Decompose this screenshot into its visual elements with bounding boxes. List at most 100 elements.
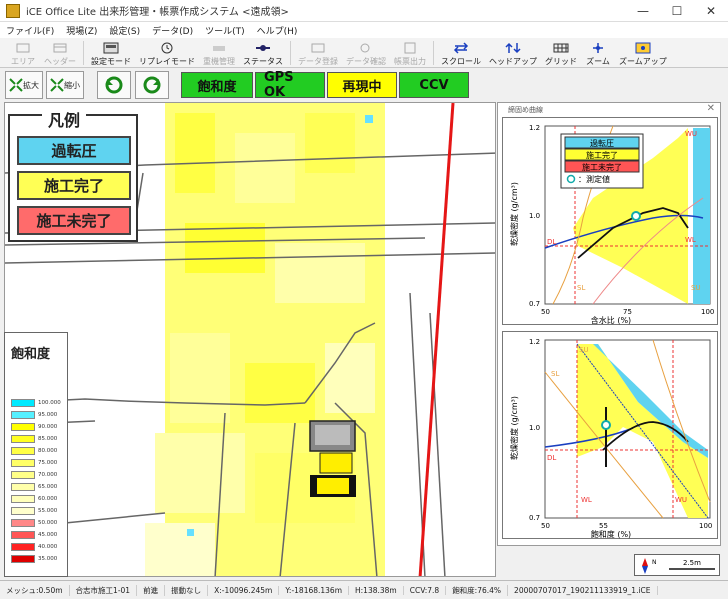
graph1-xtick: 100	[701, 308, 714, 316]
machine-button[interactable]: 重機管理	[199, 39, 239, 67]
close-button[interactable]: ✕	[694, 0, 728, 22]
replay-mode-label: リプレイモード	[139, 56, 195, 66]
graph1-canvas: 過転圧 施工完了 施工未完了 ：測定値 1.2 1.0 0.7 50 75 10…	[509, 124, 714, 325]
compaction-mesh	[145, 103, 385, 576]
mode-replay[interactable]: 再現中	[327, 72, 397, 98]
graph2-ytick: 0.7	[529, 514, 540, 522]
grid-button[interactable]: グリッド	[541, 39, 581, 67]
compaction-curve-window: 締固め曲線 ✕ 過転圧 施工完了 施工未完了 ：測定値 1.2 1.0 0.7 …	[497, 102, 721, 546]
scroll-button[interactable]: スクロール	[437, 39, 485, 67]
zoomup-icon	[635, 42, 651, 54]
saturation-level-swatch	[11, 435, 35, 443]
graph1-mark-wu: WU	[685, 130, 697, 138]
saturation-level-swatch	[11, 531, 35, 539]
saturation-level-label: 60.000	[38, 496, 58, 502]
zoom-button[interactable]: ズーム	[581, 39, 615, 67]
graph1-ytick: 1.0	[529, 212, 540, 220]
saturation-level-swatch	[11, 399, 35, 407]
data-register-button[interactable]: データ登録	[294, 39, 342, 67]
saturation-level-label: 95.000	[38, 412, 58, 418]
saturation-level-row: 35.000	[11, 555, 63, 563]
legend-item-incomplete: 施工未完了	[17, 206, 131, 235]
data-check-icon	[358, 42, 374, 54]
saturation-level-swatch	[11, 471, 35, 479]
menu-site[interactable]: 現場(Z)	[60, 24, 103, 37]
settings-mode-button[interactable]: 設定モード	[87, 39, 135, 67]
graph-close-button[interactable]: ✕	[707, 103, 715, 114]
saturation-level-label: 80.000	[38, 448, 58, 454]
saturation-level-row: 70.000	[11, 471, 63, 479]
graph2-mark-wu: WU	[675, 496, 687, 504]
saturation-level-row: 85.000	[11, 435, 63, 443]
status-ccv: CCV:7.8	[404, 585, 447, 595]
map-scalebar: N 2.5m	[634, 554, 720, 576]
header-button[interactable]: ヘッダー	[40, 39, 80, 67]
graph1-ytick: 1.2	[529, 124, 540, 132]
menu-bar: ファイル(F) 現場(Z) 設定(S) データ(D) ツール(T) ヘルプ(H)	[0, 22, 728, 38]
saturation-level-swatch	[11, 447, 35, 455]
zoomup-button[interactable]: ズームアップ	[615, 39, 671, 67]
header-label: ヘッダー	[44, 56, 76, 66]
zoom-out-arrows-icon	[50, 78, 64, 92]
saturation-level-row: 75.000	[11, 459, 63, 467]
status-file-name: 20000707017_190211133919_1.iCE	[508, 585, 658, 595]
saturation-level-row: 80.000	[11, 447, 63, 455]
status-saturation: 飽和度:76.4%	[446, 584, 509, 596]
graph2-ytick: 1.0	[529, 424, 540, 432]
toolbar-divider	[433, 40, 434, 65]
replay-mode-button[interactable]: リプレイモード	[135, 39, 199, 67]
status-height: H:138.38m	[349, 585, 404, 595]
compaction-curve-saturation: 1.2 1.0 0.7 50 55 100 飽和度 (%) 乾燥密度 (g/cm…	[502, 331, 718, 539]
saturation-level-label: 100.000	[38, 400, 61, 406]
legend-item-overcompaction: 過転圧	[17, 136, 131, 165]
minimize-button[interactable]: —	[626, 0, 660, 22]
status-mesh-size: メッシュ:0.50m	[0, 584, 70, 596]
saturation-level-row: 45.000	[11, 531, 63, 539]
machine-label: 重機管理	[203, 56, 235, 66]
mode-gps-status[interactable]: GPS OK	[255, 70, 325, 100]
mode-saturation[interactable]: 飽和度	[181, 72, 253, 98]
data-check-button[interactable]: データ確認	[342, 39, 390, 67]
menu-help[interactable]: ヘルプ(H)	[251, 24, 304, 37]
maximize-button[interactable]: ☐	[660, 0, 694, 22]
zoom-in-button[interactable]: 拡大	[5, 71, 43, 99]
graph2-xtick: 100	[699, 522, 712, 530]
zoom-out-button[interactable]: 縮小	[46, 71, 84, 99]
compass-label: N	[652, 559, 657, 566]
view-toolbar: 拡大 縮小 飽和度 GPS OK 再現中 CCV	[0, 69, 728, 101]
saturation-level-label: 90.000	[38, 424, 58, 430]
menu-tools[interactable]: ツール(T)	[199, 24, 251, 37]
saturation-level-row: 100.000	[11, 399, 63, 407]
status-bar: メッシュ:0.50m 合志市施工1-01 前進 振動なし X:-10096.24…	[0, 580, 728, 599]
saturation-level-swatch	[11, 495, 35, 503]
graph1-mark-sl: SL	[577, 284, 585, 292]
saturation-level-label: 40.000	[38, 544, 58, 550]
settings-mode-icon	[103, 42, 119, 54]
report-label: 帳票出力	[394, 56, 426, 66]
saturation-level-label: 70.000	[38, 472, 58, 478]
saturation-scale-panel: 飽和度 100.000 95.000 90.000 85.000 80.000 75.00…	[4, 332, 68, 577]
rotate-right-button[interactable]	[135, 71, 169, 99]
scalebar-canvas: N 2.5m	[642, 558, 715, 574]
saturation-level-label: 50.000	[38, 520, 58, 526]
scroll-icon	[453, 41, 469, 54]
report-button[interactable]: 帳票出力	[390, 39, 430, 67]
menu-settings[interactable]: 設定(S)	[103, 24, 146, 37]
rotate-left-button[interactable]	[97, 71, 131, 99]
area-icon	[15, 42, 31, 54]
status-y-coordinate: Y:-18168.136m	[279, 585, 350, 595]
mode-ccv[interactable]: CCV	[399, 72, 469, 98]
status-button[interactable]: ステータス	[239, 39, 287, 67]
replay-mode-icon	[159, 42, 175, 54]
boundary-line	[418, 103, 455, 576]
menu-data[interactable]: データ(D)	[146, 24, 199, 37]
area-button[interactable]: エリア	[6, 39, 40, 67]
area-label: エリア	[11, 56, 35, 66]
compaction-curve-moisture: 過転圧 施工完了 施工未完了 ：測定値 1.2 1.0 0.7 50 75 10…	[502, 117, 718, 325]
graph2-mark-dl: DL	[547, 454, 556, 462]
saturation-level-label: 35.000	[38, 556, 58, 562]
saturation-level-row: 90.000	[11, 423, 63, 431]
legend-item-completed: 施工完了	[17, 171, 131, 200]
menu-file[interactable]: ファイル(F)	[0, 24, 60, 37]
headup-button[interactable]: ヘッドアップ	[485, 39, 541, 67]
